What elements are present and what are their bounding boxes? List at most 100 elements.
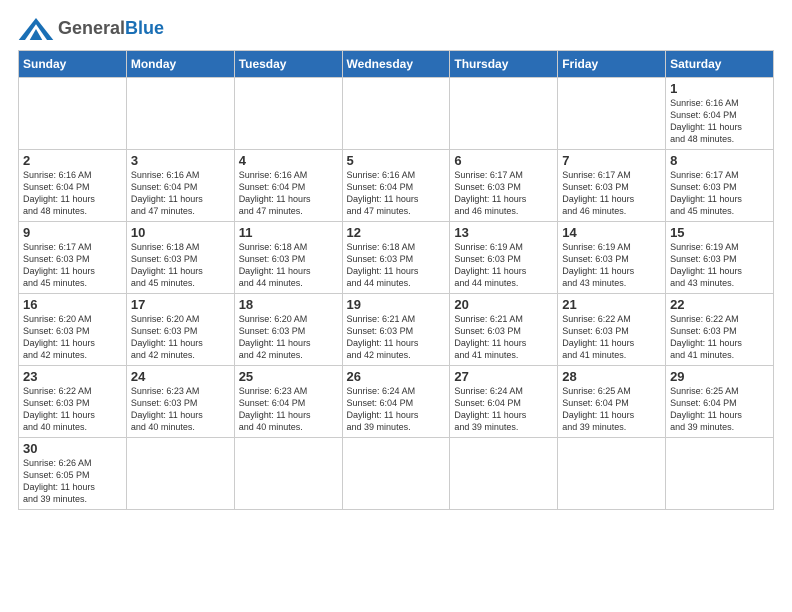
day-info: Sunrise: 6:20 AM Sunset: 6:03 PM Dayligh… [23,313,122,362]
day-cell [342,78,450,150]
day-cell [342,438,450,510]
day-number: 13 [454,225,553,240]
day-number: 24 [131,369,230,384]
day-info: Sunrise: 6:19 AM Sunset: 6:03 PM Dayligh… [454,241,553,290]
day-info: Sunrise: 6:18 AM Sunset: 6:03 PM Dayligh… [347,241,446,290]
day-number: 8 [670,153,769,168]
day-info: Sunrise: 6:24 AM Sunset: 6:04 PM Dayligh… [454,385,553,434]
day-info: Sunrise: 6:19 AM Sunset: 6:03 PM Dayligh… [562,241,661,290]
day-info: Sunrise: 6:21 AM Sunset: 6:03 PM Dayligh… [347,313,446,362]
calendar-table: SundayMondayTuesdayWednesdayThursdayFrid… [18,50,774,510]
day-cell: 6Sunrise: 6:17 AM Sunset: 6:03 PM Daylig… [450,150,558,222]
week-row-5: 23Sunrise: 6:22 AM Sunset: 6:03 PM Dayli… [19,366,774,438]
day-number: 18 [239,297,338,312]
weekday-header-wednesday: Wednesday [342,51,450,78]
day-cell: 2Sunrise: 6:16 AM Sunset: 6:04 PM Daylig… [19,150,127,222]
day-cell [126,438,234,510]
weekday-header-monday: Monday [126,51,234,78]
day-cell [234,78,342,150]
page: GeneralBlue SundayMondayTuesdayWednesday… [0,0,792,612]
day-cell: 11Sunrise: 6:18 AM Sunset: 6:03 PM Dayli… [234,222,342,294]
day-number: 21 [562,297,661,312]
day-number: 28 [562,369,661,384]
day-cell: 27Sunrise: 6:24 AM Sunset: 6:04 PM Dayli… [450,366,558,438]
weekday-header-saturday: Saturday [666,51,774,78]
day-number: 20 [454,297,553,312]
day-info: Sunrise: 6:19 AM Sunset: 6:03 PM Dayligh… [670,241,769,290]
day-cell: 29Sunrise: 6:25 AM Sunset: 6:04 PM Dayli… [666,366,774,438]
day-cell: 22Sunrise: 6:22 AM Sunset: 6:03 PM Dayli… [666,294,774,366]
day-cell: 12Sunrise: 6:18 AM Sunset: 6:03 PM Dayli… [342,222,450,294]
day-number: 16 [23,297,122,312]
day-number: 3 [131,153,230,168]
day-cell: 26Sunrise: 6:24 AM Sunset: 6:04 PM Dayli… [342,366,450,438]
day-cell: 10Sunrise: 6:18 AM Sunset: 6:03 PM Dayli… [126,222,234,294]
day-number: 7 [562,153,661,168]
day-info: Sunrise: 6:18 AM Sunset: 6:03 PM Dayligh… [131,241,230,290]
day-cell: 13Sunrise: 6:19 AM Sunset: 6:03 PM Dayli… [450,222,558,294]
day-number: 23 [23,369,122,384]
day-cell: 15Sunrise: 6:19 AM Sunset: 6:03 PM Dayli… [666,222,774,294]
day-info: Sunrise: 6:26 AM Sunset: 6:05 PM Dayligh… [23,457,122,506]
day-number: 4 [239,153,338,168]
week-row-6: 30Sunrise: 6:26 AM Sunset: 6:05 PM Dayli… [19,438,774,510]
day-number: 10 [131,225,230,240]
day-cell [558,78,666,150]
day-info: Sunrise: 6:24 AM Sunset: 6:04 PM Dayligh… [347,385,446,434]
day-cell: 1Sunrise: 6:16 AM Sunset: 6:04 PM Daylig… [666,78,774,150]
day-info: Sunrise: 6:22 AM Sunset: 6:03 PM Dayligh… [23,385,122,434]
logo-general-text: GeneralBlue [58,19,164,39]
day-info: Sunrise: 6:23 AM Sunset: 6:03 PM Dayligh… [131,385,230,434]
day-number: 17 [131,297,230,312]
day-info: Sunrise: 6:25 AM Sunset: 6:04 PM Dayligh… [562,385,661,434]
weekday-header-friday: Friday [558,51,666,78]
day-cell: 3Sunrise: 6:16 AM Sunset: 6:04 PM Daylig… [126,150,234,222]
day-number: 26 [347,369,446,384]
day-info: Sunrise: 6:25 AM Sunset: 6:04 PM Dayligh… [670,385,769,434]
day-info: Sunrise: 6:16 AM Sunset: 6:04 PM Dayligh… [239,169,338,218]
day-number: 25 [239,369,338,384]
day-cell: 7Sunrise: 6:17 AM Sunset: 6:03 PM Daylig… [558,150,666,222]
day-info: Sunrise: 6:20 AM Sunset: 6:03 PM Dayligh… [239,313,338,362]
day-number: 30 [23,441,122,456]
day-number: 6 [454,153,553,168]
logo: GeneralBlue [18,18,164,40]
day-cell: 19Sunrise: 6:21 AM Sunset: 6:03 PM Dayli… [342,294,450,366]
day-cell: 14Sunrise: 6:19 AM Sunset: 6:03 PM Dayli… [558,222,666,294]
day-number: 9 [23,225,122,240]
day-info: Sunrise: 6:17 AM Sunset: 6:03 PM Dayligh… [454,169,553,218]
day-cell [234,438,342,510]
weekday-header-sunday: Sunday [19,51,127,78]
day-cell: 8Sunrise: 6:17 AM Sunset: 6:03 PM Daylig… [666,150,774,222]
day-cell: 30Sunrise: 6:26 AM Sunset: 6:05 PM Dayli… [19,438,127,510]
day-cell [666,438,774,510]
day-cell: 24Sunrise: 6:23 AM Sunset: 6:03 PM Dayli… [126,366,234,438]
day-number: 2 [23,153,122,168]
day-info: Sunrise: 6:17 AM Sunset: 6:03 PM Dayligh… [23,241,122,290]
day-number: 14 [562,225,661,240]
day-cell: 25Sunrise: 6:23 AM Sunset: 6:04 PM Dayli… [234,366,342,438]
day-number: 12 [347,225,446,240]
day-cell: 20Sunrise: 6:21 AM Sunset: 6:03 PM Dayli… [450,294,558,366]
day-info: Sunrise: 6:17 AM Sunset: 6:03 PM Dayligh… [562,169,661,218]
day-number: 1 [670,81,769,96]
header: GeneralBlue [18,18,774,40]
week-row-2: 2 Sunrise: 6:16 AM Sunset: 6:04 PM Daylig… [19,150,774,222]
day-info: Sunrise: 6:16 AM Sunset: 6:04 PM Dayligh… [131,169,230,218]
day-number: 11 [239,225,338,240]
weekday-header-row: SundayMondayTuesdayWednesdayThursdayFrid… [19,51,774,78]
day-info: Sunrise: 6:20 AM Sunset: 6:03 PM Dayligh… [131,313,230,362]
day-info: Sunrise: 6:16 AM Sunset: 6:04 PM Dayligh… [670,97,769,146]
day-cell: 5Sunrise: 6:16 AM Sunset: 6:04 PM Daylig… [342,150,450,222]
day-info: Sunrise: 6:18 AM Sunset: 6:03 PM Dayligh… [239,241,338,290]
day-info: Sunrise: 6:22 AM Sunset: 6:03 PM Dayligh… [670,313,769,362]
day-number: 15 [670,225,769,240]
day-number: 29 [670,369,769,384]
day-info: Sunrise: 6:16 AM Sunset: 6:04 PM Dayligh… [347,169,446,218]
weekday-header-thursday: Thursday [450,51,558,78]
week-row-1: 1Sunrise: 6:16 AM Sunset: 6:04 PM Daylig… [19,78,774,150]
week-row-4: 16Sunrise: 6:20 AM Sunset: 6:03 PM Dayli… [19,294,774,366]
day-info: Sunrise: 6:17 AM Sunset: 6:03 PM Dayligh… [670,169,769,218]
day-cell: 9Sunrise: 6:17 AM Sunset: 6:03 PM Daylig… [19,222,127,294]
day-number: 27 [454,369,553,384]
